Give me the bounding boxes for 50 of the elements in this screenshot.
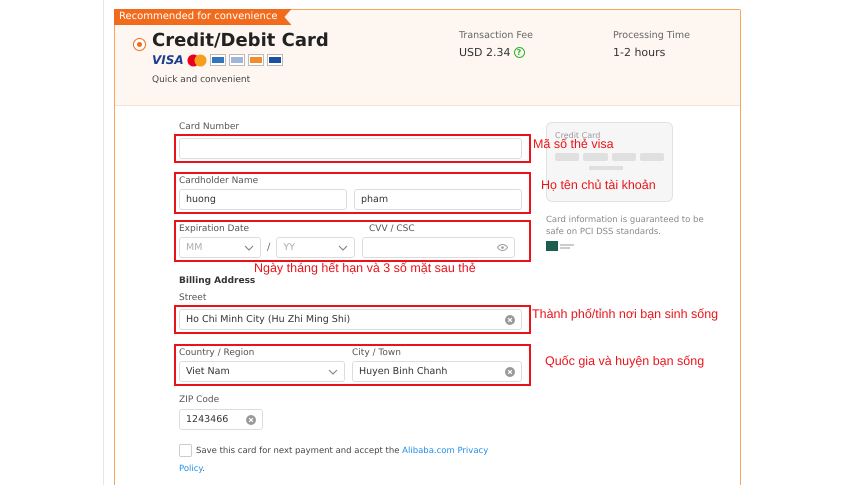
card-brand-icon: [228, 54, 245, 66]
field-label: Card Number: [179, 122, 240, 133]
save-card-text: Save this card for next payment and accept the Alibaba.com Privacy Policy.: [179, 443, 490, 476]
fee-label: Transaction Fee: [459, 30, 534, 41]
cvv-field[interactable]: [362, 237, 516, 258]
eye-icon[interactable]: [497, 244, 508, 251]
field-label: City / Town: [352, 348, 401, 359]
method-subtitle: Quick and convenient: [152, 75, 250, 85]
chevron-down-icon: [244, 244, 254, 250]
annotation-text: Mã số thẻ visa: [533, 138, 614, 151]
field-label: Expiration Date: [179, 224, 250, 235]
card-brand-icon: [210, 54, 226, 66]
last-name-field[interactable]: pham: [354, 189, 522, 210]
clear-icon[interactable]: [505, 314, 515, 324]
zip-field[interactable]: 1243466: [179, 409, 263, 430]
visa-logo: VISA: [152, 53, 184, 67]
fee-value: USD 2.34: [459, 46, 510, 59]
chevron-down-icon: [338, 244, 348, 250]
clear-icon[interactable]: [505, 366, 515, 376]
processing-value: 1-2 hours: [613, 46, 666, 59]
annotation-text: Thành phố/tỉnh nơi bạn sinh sống: [532, 307, 718, 321]
privacy-link[interactable]: Alibaba.com Privacy: [402, 446, 488, 456]
mastercard-icon: [186, 54, 207, 66]
field-label: Country / Region: [179, 348, 256, 359]
recommended-badge: Recommended for convenience: [114, 9, 292, 25]
date-separator: /: [267, 242, 270, 253]
section-title: Billing Address: [179, 276, 256, 286]
field-label: Street: [179, 293, 206, 304]
field-label: CVV / CSC: [369, 224, 415, 235]
card-brand-icon: [266, 54, 283, 66]
annotation-text: Họ tên chủ tài khoản: [541, 178, 656, 192]
processing-label: Processing Time: [613, 30, 690, 41]
method-title: Credit/Debit Card: [152, 30, 329, 52]
field-label: Cardholder Name: [179, 176, 258, 187]
card-number-field[interactable]: [179, 138, 522, 159]
security-note: Card information is guaranteed to be safe on PCI DSS standards.: [546, 214, 705, 238]
clear-icon[interactable]: [246, 414, 256, 424]
country-select[interactable]: Viet Nam: [179, 361, 345, 382]
pci-logo-icon: [546, 241, 576, 251]
card-preview-title: Credit Card: [555, 131, 600, 140]
street-field[interactable]: Ho Chi Minh City (Hu Zhi Ming Shi): [179, 309, 522, 330]
city-field[interactable]: Huyen Binh Chanh: [352, 361, 522, 382]
chevron-down-icon: [328, 368, 338, 374]
first-name-field[interactable]: huong: [179, 189, 347, 210]
card-brand-icon: [248, 54, 264, 66]
annotation-text: Ngày tháng hết hạn và 3 số mặt sau thẻ: [254, 261, 476, 275]
save-checkbox[interactable]: [179, 444, 192, 458]
field-label: ZIP Code: [179, 395, 220, 406]
annotation-text: Quốc gia và huyện bạn sống: [545, 354, 704, 368]
radio-button[interactable]: [133, 38, 146, 51]
